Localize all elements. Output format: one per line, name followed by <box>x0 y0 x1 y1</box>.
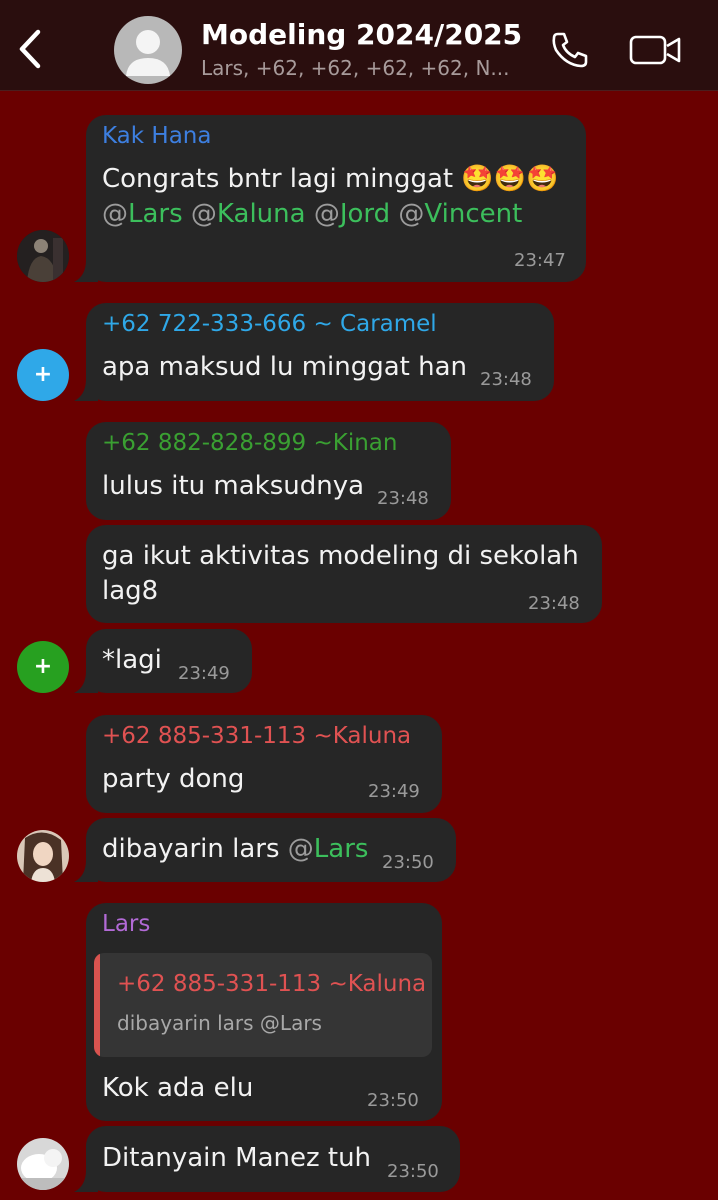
bubble-tail <box>74 379 98 401</box>
message-sender[interactable]: Lars <box>102 911 150 937</box>
bubble-tail <box>74 260 98 282</box>
quote-text: dibayarin lars @Lars <box>117 1011 322 1035</box>
message-time: 23:47 <box>514 250 566 271</box>
message-time: 23:48 <box>480 369 532 390</box>
message-text: lag8 <box>102 576 159 606</box>
bubble-tail <box>74 1170 98 1192</box>
message-text: Kok ada elu <box>102 1073 254 1103</box>
message-time: 23:48 <box>377 488 429 509</box>
message-bubble[interactable]: *lagi 23:49 <box>74 629 252 693</box>
mention-link[interactable]: Vincent <box>424 199 522 229</box>
person-silhouette-icon <box>126 30 170 76</box>
user-avatar-hana[interactable] <box>17 230 69 282</box>
user-avatar-kaluna[interactable] <box>17 830 69 882</box>
profile-photo-icon <box>17 830 69 882</box>
message-bubble[interactable]: +62 885-331-113 ~Kaluna party dong 23:49 <box>86 715 442 813</box>
group-avatar[interactable] <box>114 16 182 84</box>
profile-photo-icon <box>17 1138 69 1190</box>
message-text: party dong <box>102 764 245 794</box>
message-time: 23:50 <box>387 1161 439 1182</box>
message-bubble[interactable]: +62 722-333-666 ~ Caramel apa maksud lu … <box>74 303 554 401</box>
chat-members-subtitle[interactable]: Lars, +62, +62, +62, +62, N... <box>201 56 509 80</box>
message-bubble[interactable]: Kak Hana Congrats bntr lagi minggat 🤩🤩🤩 … <box>74 115 586 282</box>
bubble-tail <box>74 860 98 882</box>
quote-accent-bar <box>94 953 100 1057</box>
message-sender[interactable]: +62 722-333-666 ~ Caramel <box>102 311 437 337</box>
chat-header: Modeling 2024/2025 Lars, +62, +62, +62, … <box>0 0 718 91</box>
mention-link[interactable]: Lars <box>128 199 183 229</box>
phone-call-icon[interactable] <box>548 28 592 72</box>
message-sender[interactable]: +62 885-331-113 ~Kaluna <box>102 723 411 749</box>
message-bubble[interactable]: ga ikut aktivitas modeling di sekolah la… <box>86 525 602 623</box>
mention-link[interactable]: Lars <box>314 834 369 864</box>
mention-link[interactable]: Kaluna <box>217 199 306 229</box>
bubble-tail <box>74 671 98 693</box>
message-bubble[interactable]: +62 882-828-899 ~Kinan lulus itu maksudn… <box>86 422 451 520</box>
message-text: lulus itu maksudnya <box>102 471 365 501</box>
video-call-icon[interactable] <box>628 32 684 68</box>
message-text: ga ikut aktivitas modeling di sekolah <box>102 541 579 571</box>
profile-photo-icon <box>17 230 69 282</box>
message-sender[interactable]: +62 882-828-899 ~Kinan <box>102 430 397 456</box>
message-time: 23:48 <box>528 593 580 614</box>
message-bubble[interactable]: Ditanyain Manez tuh 23:50 <box>74 1126 460 1192</box>
message-text: *lagi <box>102 645 162 675</box>
user-avatar-lars[interactable] <box>17 1138 69 1190</box>
message-text: dibayarin lars @Lars <box>102 834 369 864</box>
message-time: 23:50 <box>382 852 434 873</box>
reply-quote[interactable]: +62 885-331-113 ~Kaluna dibayarin lars @… <box>94 953 432 1057</box>
message-time: 23:50 <box>367 1090 419 1111</box>
back-chevron-icon[interactable] <box>14 26 50 72</box>
message-bubble[interactable]: Lars +62 885-331-113 ~Kaluna dibayarin l… <box>86 903 442 1121</box>
message-mentions: @Lars @Kaluna @Jord @Vincent <box>102 199 523 229</box>
chat-title[interactable]: Modeling 2024/2025 <box>201 18 522 51</box>
message-text: Congrats bntr lagi minggat 🤩🤩🤩 <box>102 164 559 194</box>
user-avatar-kinan[interactable]: + <box>17 641 69 693</box>
message-time: 23:49 <box>368 781 420 802</box>
mention-link[interactable]: Jord <box>340 199 390 229</box>
message-bubble[interactable]: dibayarin lars @Lars 23:50 <box>74 818 456 882</box>
message-sender[interactable]: Kak Hana <box>102 123 211 149</box>
quote-sender: +62 885-331-113 ~Kaluna <box>117 971 427 997</box>
message-text-body: dibayarin lars <box>102 834 280 864</box>
message-time: 23:49 <box>178 663 230 684</box>
message-text: apa maksud lu minggat han <box>102 352 468 382</box>
message-text: Ditanyain Manez tuh <box>102 1143 372 1173</box>
user-avatar-caramel[interactable]: + <box>17 349 69 401</box>
